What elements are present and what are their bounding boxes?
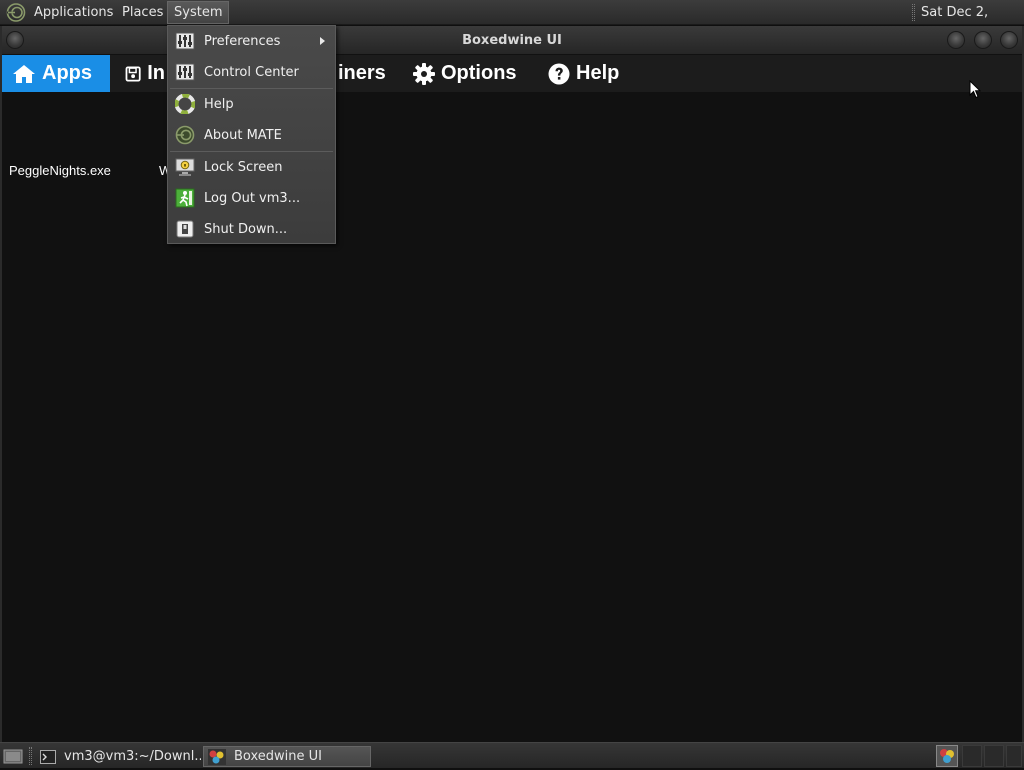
lock-screen-icon <box>175 157 195 177</box>
menu-item-label: Lock Screen <box>204 159 283 175</box>
mate-logo-icon[interactable] <box>6 3 26 22</box>
menu-item-about-mate[interactable]: About MATE <box>168 120 335 150</box>
menu-item-lock-screen[interactable]: Lock Screen <box>168 152 335 182</box>
clock[interactable]: Sat Dec 2, 00:20 <box>921 1 1024 43</box>
bottom-panel: vm3@vm3:~/Downl... Boxedwine UI <box>0 742 1024 768</box>
nav-help-label: Help <box>576 62 620 84</box>
nav-help[interactable]: Help <box>538 55 634 92</box>
menu-item-shut-down[interactable]: Shut Down... <box>168 214 335 244</box>
menu-item-help[interactable]: Help <box>168 89 335 119</box>
menu-item-label: Log Out vm3... <box>204 190 301 206</box>
app-item-pegglenights[interactable]: PeggleNights.exe <box>9 163 111 178</box>
window-titlebar[interactable]: Boxedwine UI <box>2 26 1022 55</box>
task-boxedwine[interactable]: Boxedwine UI <box>203 746 371 767</box>
workspace-3[interactable] <box>984 745 1004 767</box>
menu-item-label: About MATE <box>204 127 282 143</box>
menu-item-preferences[interactable]: Preferences <box>168 26 335 56</box>
nav-options-label: Options <box>441 62 517 84</box>
places-menu[interactable]: Places <box>116 1 169 24</box>
workspace-switcher-icon[interactable] <box>936 745 958 767</box>
nav-install-label: In <box>147 62 165 84</box>
window-title: Boxedwine UI <box>462 33 562 48</box>
preferences-icon <box>175 31 195 51</box>
terminal-icon <box>40 749 56 764</box>
nav-apps-label: Apps <box>42 62 92 84</box>
boxedwine-window: Boxedwine UI Apps In iners Options Help … <box>0 26 1024 742</box>
submenu-arrow-icon <box>320 37 325 45</box>
nav-install[interactable]: In <box>115 55 175 92</box>
lifebuoy-help-icon <box>175 94 195 114</box>
log-out-icon <box>175 188 195 208</box>
app-nav-bar: Apps In iners Options Help <box>2 55 1022 92</box>
mate-logo-icon <box>175 125 195 145</box>
question-circle-icon <box>548 63 570 84</box>
boxedwine-icon <box>208 748 226 765</box>
top-panel: Applications Places System Sat Dec 2, 00… <box>0 0 1024 43</box>
nav-containers-label: iners <box>338 62 386 84</box>
applications-menu[interactable]: Applications <box>28 1 119 24</box>
workspace-2[interactable] <box>962 745 982 767</box>
minimize-button[interactable] <box>947 31 965 49</box>
home-icon <box>13 64 35 83</box>
nav-containers[interactable]: iners <box>328 55 398 92</box>
menu-item-control-center[interactable]: Control Center <box>168 57 335 87</box>
task-label: vm3@vm3:~/Downl... <box>64 749 201 764</box>
workspace-4[interactable] <box>1006 745 1022 767</box>
gear-icon <box>413 62 435 85</box>
system-dropdown-menu: Preferences Control Center Help About MA… <box>167 25 336 244</box>
task-terminal[interactable]: vm3@vm3:~/Downl... <box>36 746 201 767</box>
mouse-pointer-icon <box>969 79 982 103</box>
task-label: Boxedwine UI <box>234 749 322 764</box>
menu-item-label: Help <box>204 96 234 112</box>
menu-item-label: Control Center <box>204 64 299 80</box>
nav-apps[interactable]: Apps <box>2 55 110 92</box>
show-desktop-icon[interactable] <box>3 748 23 768</box>
control-center-icon <box>175 62 195 82</box>
close-button[interactable] <box>1000 31 1018 49</box>
maximize-button[interactable] <box>974 31 992 49</box>
panel-separator <box>29 747 32 765</box>
nav-options[interactable]: Options <box>403 55 534 92</box>
system-menu-button[interactable]: System <box>167 1 230 24</box>
menu-item-label: Preferences <box>204 33 281 49</box>
menu-item-label: Shut Down... <box>204 221 288 237</box>
save-icon <box>125 65 141 82</box>
shutdown-icon <box>175 219 195 239</box>
panel-separator[interactable] <box>912 4 915 21</box>
menu-item-log-out[interactable]: Log Out vm3... <box>168 183 335 213</box>
